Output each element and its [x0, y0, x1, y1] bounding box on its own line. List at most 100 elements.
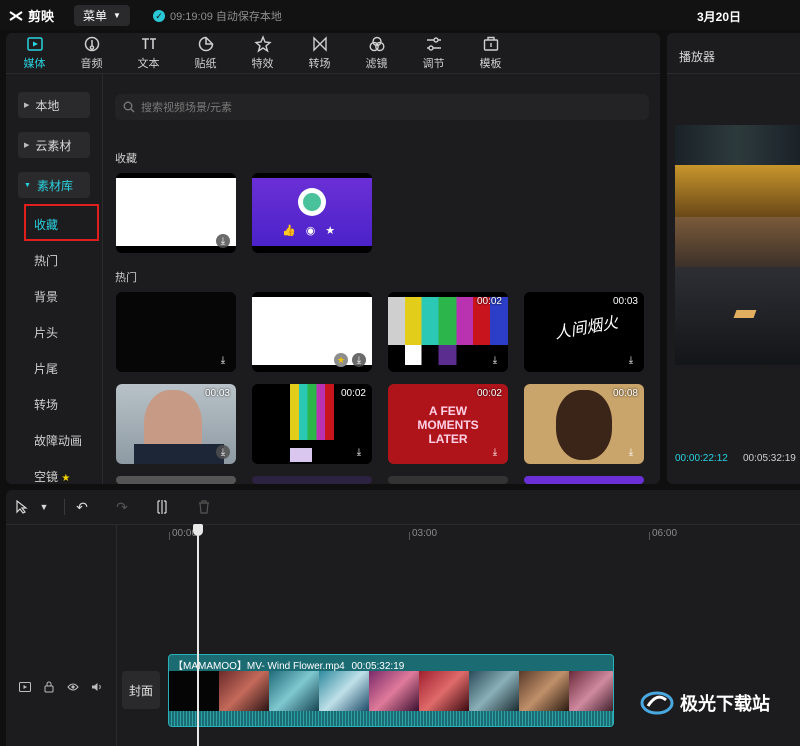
tab-label: 转场: [308, 58, 331, 70]
search-placeholder: 搜索视频场景/元素: [141, 102, 233, 114]
filter-icon: [368, 36, 385, 52]
video-clip[interactable]: 【MAMAMOO】MV- Wind Flower.mp4 00:05:32:19: [168, 654, 614, 727]
clip-frames: [169, 671, 613, 711]
popular-thumb-man-face[interactable]: 00:03 ⤓: [116, 384, 236, 464]
autosave-status: ✓ 09:19:09 自动保存本地: [153, 8, 282, 24]
eye-icon[interactable]: [66, 680, 80, 694]
divider: [116, 525, 117, 746]
download-icon[interactable]: ⤓: [352, 445, 366, 459]
download-icon[interactable]: ⤓: [624, 353, 638, 367]
popular-thumb-color-bars[interactable]: 00:02 ⤓: [388, 292, 508, 372]
ruler-tick: [409, 532, 410, 540]
undo-icon[interactable]: ↶: [74, 499, 90, 515]
clip-frame: [469, 671, 519, 711]
menu-label: 菜单: [83, 9, 108, 23]
speaker-icon[interactable]: [90, 680, 104, 694]
sidebar-group-local[interactable]: ▶ 本地: [18, 92, 90, 118]
cover-button[interactable]: 封面: [122, 671, 160, 709]
tab-effects[interactable]: 特效: [234, 33, 291, 73]
thumb-image: [290, 384, 334, 440]
sidebar-item-background[interactable]: 背景: [34, 288, 58, 305]
lock-icon[interactable]: [42, 680, 56, 694]
avatar-icon: [298, 188, 326, 216]
download-icon[interactable]: ⤓: [352, 353, 366, 367]
split-icon[interactable]: [154, 499, 170, 515]
download-icon[interactable]: ⤓: [216, 353, 230, 367]
favorite-thumb-white[interactable]: ⤓: [116, 173, 236, 253]
duration-badge: 00:02: [476, 296, 502, 307]
popular-thumb-partial[interactable]: [252, 476, 372, 484]
sidebar-group-label: 素材库: [36, 178, 73, 193]
autosave-text: 09:19:09 自动保存本地: [170, 11, 282, 23]
popular-thumb-calligraphy[interactable]: 人间烟火 00:03 ⤓: [524, 292, 644, 372]
tab-sticker[interactable]: 贴纸: [177, 33, 234, 73]
caret-down-icon: ▼: [24, 181, 31, 189]
download-icon[interactable]: ⤓: [624, 445, 638, 459]
popular-thumb-black[interactable]: ⤓: [116, 292, 236, 372]
popular-thumb-partial[interactable]: [524, 476, 644, 484]
clip-frame: [569, 671, 613, 711]
search-input[interactable]: 搜索视频场景/元素: [115, 94, 649, 120]
sidebar-item-empty-shot[interactable]: 空镜 ★: [34, 468, 70, 484]
duration-badge: 00:02: [476, 388, 502, 399]
sidebar-item-outro[interactable]: 片尾: [34, 360, 58, 377]
check-icon: ✓: [153, 10, 165, 22]
duration-badge: 00:02: [340, 388, 366, 399]
template-icon: [483, 36, 498, 51]
tab-transition[interactable]: 转场: [291, 33, 348, 73]
download-icon[interactable]: ⤓: [216, 445, 230, 459]
popular-thumb-partial[interactable]: [388, 476, 508, 484]
tab-label: 贴纸: [194, 58, 217, 70]
select-tool-button[interactable]: [14, 499, 30, 515]
divider: [667, 73, 800, 74]
tab-label: 媒体: [23, 58, 46, 70]
sidebar-item-popular[interactable]: 热门: [34, 252, 58, 269]
popular-thumb-crying-man[interactable]: 00:08 ⤓: [524, 384, 644, 464]
download-icon[interactable]: ⤓: [488, 353, 502, 367]
popular-thumb-glitch-bars[interactable]: 00:02 ⤓: [252, 384, 372, 464]
favorite-thumb-subscribe[interactable]: 👍◉★: [252, 173, 372, 253]
video-image-top: [675, 125, 800, 165]
tab-template[interactable]: 模板: [462, 33, 519, 73]
section-popular-label: 热门: [115, 272, 137, 284]
sidebar-group-cloud[interactable]: ▶ 云素材: [18, 132, 90, 158]
tab-filter[interactable]: 滤镜: [348, 33, 405, 73]
sidebar-group-library[interactable]: ▼ 素材库: [18, 172, 90, 198]
video-track-icon[interactable]: [18, 680, 32, 694]
watermark-logo-icon: [640, 691, 674, 715]
chevron-down-icon[interactable]: ▼: [36, 499, 52, 515]
text-icon: [141, 38, 156, 49]
download-icon[interactable]: ⤓: [488, 445, 502, 459]
sidebar-item-glitch[interactable]: 故障动画: [34, 432, 82, 449]
face-image: [556, 390, 612, 460]
clip-frame: [319, 671, 369, 711]
playhead[interactable]: [197, 526, 199, 746]
sidebar-item-intro[interactable]: 片头: [34, 324, 58, 341]
menu-button[interactable]: 菜单 ▼: [74, 5, 130, 26]
caret-right-icon: ▶: [24, 102, 30, 109]
redo-icon[interactable]: ↷: [114, 499, 130, 515]
chevron-down-icon: ▼: [113, 11, 121, 20]
tab-media[interactable]: 媒体: [6, 33, 63, 73]
app-logo: 剪映: [8, 6, 54, 25]
effects-icon: [253, 35, 272, 53]
popular-thumb-white[interactable]: ★ ⤓: [252, 292, 372, 372]
video-preview[interactable]: [675, 125, 800, 365]
sidebar-item-transition[interactable]: 转场: [34, 396, 58, 413]
clip-frame: [419, 671, 469, 711]
delete-icon[interactable]: [196, 499, 212, 515]
favorite-star-icon[interactable]: ★: [334, 353, 348, 367]
ruler-label: 03:00: [412, 528, 438, 539]
search-icon: [123, 101, 135, 113]
tab-label: 滤镜: [365, 58, 388, 70]
popular-thumb-partial[interactable]: [116, 476, 236, 484]
tab-label: 调节: [422, 58, 445, 70]
download-icon[interactable]: ⤓: [216, 234, 230, 248]
tab-adjust[interactable]: 调节: [405, 33, 462, 73]
tab-label: 音频: [80, 58, 103, 70]
divider: [6, 73, 660, 74]
popular-thumb-few-moments[interactable]: A FEW MOMENTS LATER 00:02 ⤓: [388, 384, 508, 464]
player-panel: 播放器 00:00:22:12 00:05:32:19: [667, 33, 800, 484]
tab-audio[interactable]: 音频: [63, 33, 120, 73]
tab-text[interactable]: 文本: [120, 33, 177, 73]
